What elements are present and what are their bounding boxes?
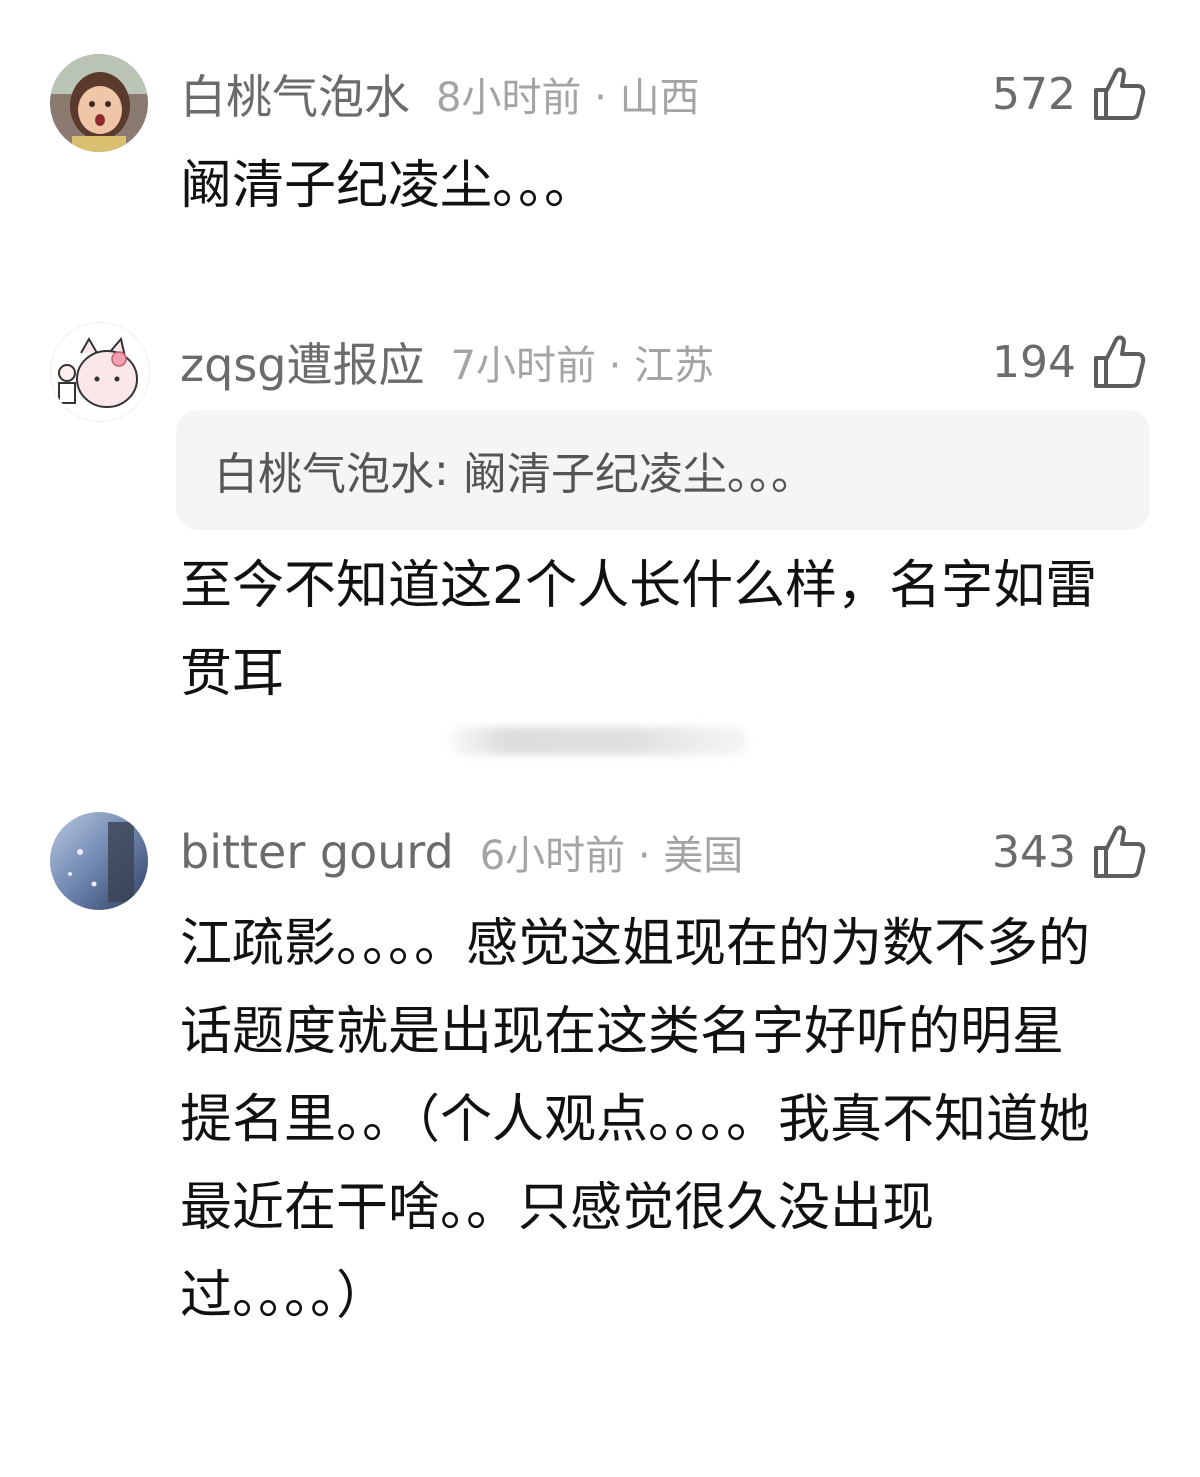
comment-meta: 6小时前 · 美国 (479, 833, 744, 879)
like-count: 194 (992, 336, 1076, 388)
comment-meta: 8小时前 · 山西 (436, 75, 700, 121)
quoted-comment[interactable]: 白桃气泡水: 阚清子纪凌尘。。。 (176, 410, 1150, 530)
like-count: 572 (992, 68, 1076, 120)
comment-text: 至今不知道这2个人长什么样，名字如雷贯耳 (180, 556, 1098, 704)
cartoon-cat-avatar-icon (51, 323, 149, 421)
like-count: 343 (992, 826, 1076, 878)
like-button[interactable]: 194 (992, 322, 1146, 402)
comment-meta: 7小时前 · 江苏 (450, 343, 715, 389)
username[interactable]: zqsg遭报应 (180, 329, 425, 395)
blurred-divider (448, 727, 748, 755)
like-button[interactable]: 572 (992, 54, 1146, 134)
username[interactable]: bitter gourd (180, 825, 454, 879)
username[interactable]: 白桃气泡水 (180, 61, 410, 127)
thumbs-up-icon (1092, 824, 1146, 880)
avatar[interactable] (50, 54, 148, 152)
thumbs-up-icon (1092, 334, 1146, 390)
comment-text: 江疏影。。。。感觉这姐现在的为数不多的话题度就是出现在这类名字好听的明星提名里。… (180, 914, 1091, 1326)
avatar[interactable] (50, 812, 148, 910)
comment-text: 阚清子纪凌尘。。。 (180, 156, 597, 216)
avatar[interactable] (50, 322, 150, 422)
blue-photo-avatar-icon (50, 812, 148, 910)
like-button[interactable]: 343 (992, 812, 1146, 892)
thumbs-up-icon (1092, 66, 1146, 122)
quote-text: 阚清子纪凌尘。。。 (462, 449, 815, 500)
quote-author: 白桃气泡水 (214, 449, 434, 500)
girl-photo-avatar-icon (50, 54, 148, 152)
